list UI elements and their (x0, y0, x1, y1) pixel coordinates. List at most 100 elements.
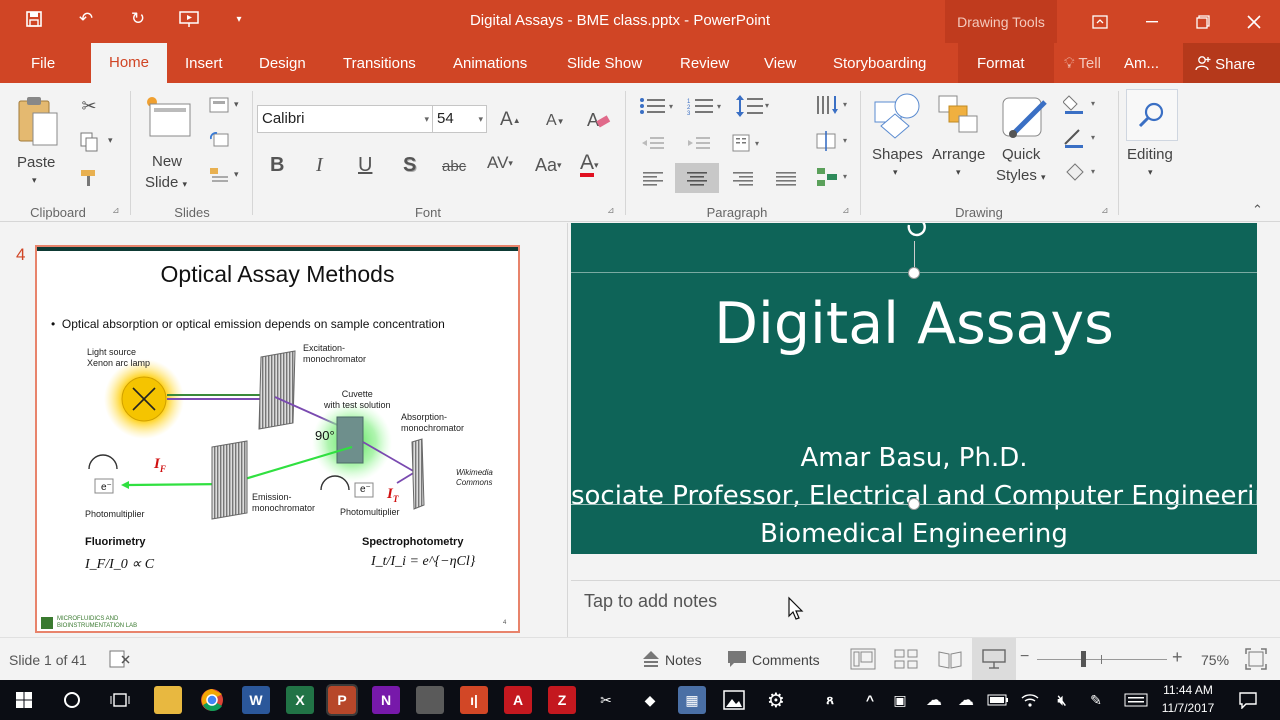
clock-date[interactable]: 11/7/2017 (1158, 701, 1218, 715)
account-button[interactable]: Am... (1124, 55, 1159, 72)
resize-handle[interactable] (908, 267, 920, 279)
reading-view-icon[interactable] (937, 648, 963, 670)
tab-format[interactable]: Format (977, 55, 1025, 72)
convert-to-smartart-icon[interactable]: ▾ (814, 165, 854, 189)
section-icon[interactable] (208, 165, 230, 185)
share-button[interactable]: Share (1195, 55, 1255, 73)
bullets-icon[interactable]: ▾ (638, 95, 678, 117)
notes-placeholder[interactable]: Tap to add notes (584, 591, 717, 612)
onenote-icon[interactable]: N (372, 686, 400, 714)
quick-styles-label-2[interactable]: Styles ▾ (996, 167, 1046, 184)
redo-icon[interactable]: ↻ (125, 8, 151, 30)
normal-view-icon[interactable] (850, 648, 876, 670)
slide-sorter-icon[interactable] (893, 648, 919, 670)
paste-label[interactable]: Paste (17, 154, 55, 171)
text-direction-icon[interactable]: ▾ (814, 93, 854, 117)
increase-font-icon[interactable]: A ▲ (500, 109, 521, 131)
office-app-icon[interactable]: ı| (460, 686, 488, 714)
font-launcher-icon[interactable]: ⊿ (607, 205, 615, 216)
restore-icon[interactable] (1178, 0, 1228, 43)
shape-outline-icon[interactable]: ▾ (1062, 127, 1102, 149)
zoom-out-icon[interactable]: − (1020, 648, 1029, 666)
comments-button[interactable]: Comments (752, 652, 820, 668)
shape-effects-icon[interactable]: ▾ (1062, 161, 1102, 183)
align-right-icon[interactable] (730, 167, 756, 189)
notes-pane[interactable]: Tap to add notes (571, 580, 1280, 637)
justify-icon[interactable] (773, 167, 799, 189)
slide-thumbnail[interactable]: Optical Assay Methods • Optical absorpti… (35, 245, 520, 633)
tab-view[interactable]: View (764, 55, 796, 72)
columns-icon[interactable]: ▾ (730, 131, 766, 155)
photos-icon[interactable] (720, 686, 748, 714)
tab-file[interactable]: File (31, 55, 55, 72)
cut-icon[interactable]: ✂ (78, 95, 100, 117)
copy-icon[interactable] (78, 131, 100, 153)
keyboard-icon[interactable] (1122, 686, 1150, 714)
volume-muted-icon[interactable]: 🔇︎ (1048, 686, 1076, 714)
clock-time[interactable]: 11:44 AM (1158, 683, 1218, 697)
new-slide-label-1[interactable]: New (152, 153, 182, 170)
pen-icon[interactable]: ✎ (1082, 686, 1110, 714)
windows-start-icon[interactable] (10, 686, 38, 714)
people-icon[interactable]: ጸ (816, 686, 844, 714)
close-icon[interactable] (1229, 0, 1279, 43)
snipping-tool-icon[interactable]: ✂ (592, 686, 620, 714)
italic-icon[interactable]: I (316, 154, 323, 177)
collapse-ribbon-icon[interactable]: ⌃ (1252, 202, 1263, 218)
resize-handle[interactable] (908, 498, 920, 510)
clear-formatting-icon[interactable]: A (584, 107, 612, 133)
editing-dropdown-icon[interactable]: ▾ (1148, 167, 1153, 178)
zoom-level[interactable]: 75% (1201, 652, 1229, 668)
new-slide-icon[interactable] (143, 91, 195, 145)
chrome-icon[interactable] (198, 686, 226, 714)
zotero-icon[interactable]: Z (548, 686, 576, 714)
customize-toolbar-icon[interactable]: ▾ (226, 8, 252, 30)
save-icon[interactable] (21, 8, 47, 30)
acrobat-icon[interactable]: A (504, 686, 532, 714)
tab-slide-show[interactable]: Slide Show (567, 55, 642, 72)
tab-review[interactable]: Review (680, 55, 729, 72)
tab-transitions[interactable]: Transitions (343, 55, 416, 72)
chevron-up-icon[interactable]: ^ (856, 686, 884, 714)
fit-slide-icon[interactable] (1245, 648, 1267, 670)
layout-icon[interactable] (208, 95, 230, 115)
task-view-icon[interactable] (106, 686, 134, 714)
numbering-icon[interactable]: 1 2 3 ▾ (686, 95, 726, 117)
bold-icon[interactable]: B (270, 154, 284, 177)
ink-app-icon[interactable]: ◆ (636, 686, 664, 714)
editing-label[interactable]: Editing (1127, 146, 1173, 163)
powerpoint-icon[interactable]: P (326, 684, 358, 716)
slide-author[interactable]: Amar Basu, Ph.D. (571, 443, 1257, 473)
change-case-icon[interactable]: Aa ▾ (535, 155, 562, 176)
reset-icon[interactable] (208, 129, 230, 149)
word-icon[interactable]: W (242, 686, 270, 714)
wifi-icon[interactable] (1016, 686, 1044, 714)
text-shadow-icon[interactable]: S (403, 154, 416, 177)
font-color-icon[interactable]: A ▾ (580, 152, 599, 177)
shapes-icon[interactable] (872, 91, 924, 143)
underline-icon[interactable]: U (358, 154, 372, 177)
section-dropdown-icon[interactable]: ▾ (234, 169, 239, 180)
quick-styles-label-1[interactable]: Quick (1002, 146, 1040, 163)
align-text-icon[interactable]: ▾ (814, 129, 854, 153)
line-spacing-icon[interactable]: ▾ (734, 93, 774, 119)
calculator-icon[interactable]: ▦ (678, 686, 706, 714)
decrease-font-icon[interactable]: A ▼ (546, 112, 565, 130)
notes-button[interactable]: Notes (665, 652, 702, 668)
notes-icon[interactable] (641, 649, 661, 669)
action-center-icon[interactable] (1234, 686, 1262, 714)
cloud-icon[interactable]: ☁ (952, 686, 980, 714)
editing-icon[interactable] (1126, 89, 1178, 141)
paste-dropdown-icon[interactable]: ▾ (32, 175, 37, 186)
tab-storyboarding[interactable]: Storyboarding (833, 55, 926, 72)
tell-me-box[interactable]: 💡︎ Tell (1064, 55, 1101, 72)
excel-icon[interactable]: X (286, 686, 314, 714)
character-spacing-icon[interactable]: AV ▾ (487, 153, 513, 173)
tab-insert[interactable]: Insert (185, 55, 223, 72)
format-painter-icon[interactable] (78, 167, 100, 189)
tab-design[interactable]: Design (259, 55, 306, 72)
slide-title[interactable]: Digital Assays (571, 291, 1257, 357)
increase-indent-icon[interactable] (686, 133, 712, 153)
quick-styles-icon[interactable] (998, 91, 1050, 143)
slide-thumbnail-pane[interactable]: 4 Optical Assay Methods • Optical absorp… (0, 223, 568, 637)
